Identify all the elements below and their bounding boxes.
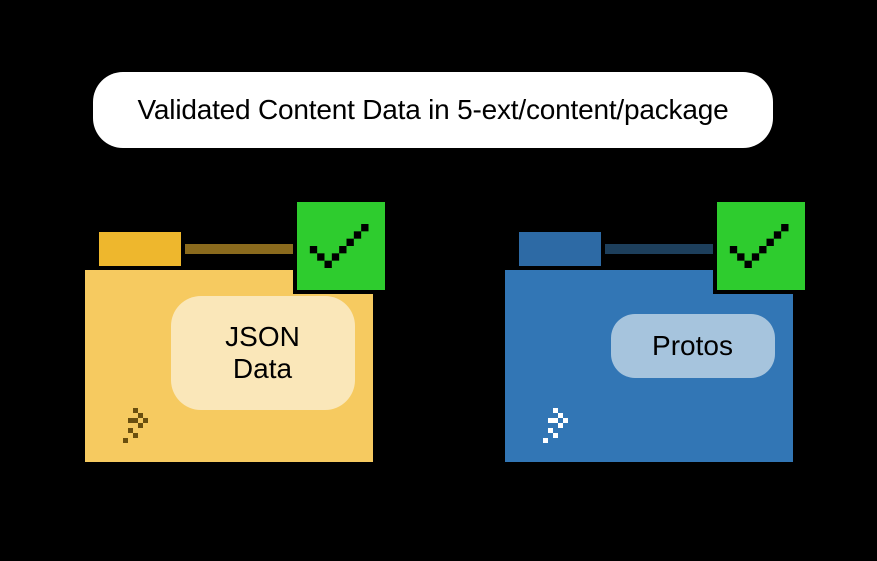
header-title-pill: Validated Content Data in 5-ext/content/…: [93, 72, 773, 148]
header-title-text: Validated Content Data in 5-ext/content/…: [138, 94, 729, 126]
folder-label-text: Protos: [652, 330, 733, 362]
folder-tab-icon: [515, 228, 605, 270]
folders-row: JSON Data: [0, 198, 877, 478]
checkmark-badge-icon: [293, 198, 389, 294]
folder-label-pill: Protos: [611, 314, 775, 378]
decorative-glyph-icon: [537, 404, 581, 448]
folder-label-pill: JSON Data: [171, 296, 355, 410]
folder-json-data: JSON Data: [69, 198, 389, 478]
folder-label-text: JSON Data: [225, 321, 300, 385]
folder-tab-icon: [95, 228, 185, 270]
checkmark-badge-icon: [713, 198, 809, 294]
decorative-glyph-icon: [117, 404, 161, 448]
folder-protos: Protos: [489, 198, 809, 478]
